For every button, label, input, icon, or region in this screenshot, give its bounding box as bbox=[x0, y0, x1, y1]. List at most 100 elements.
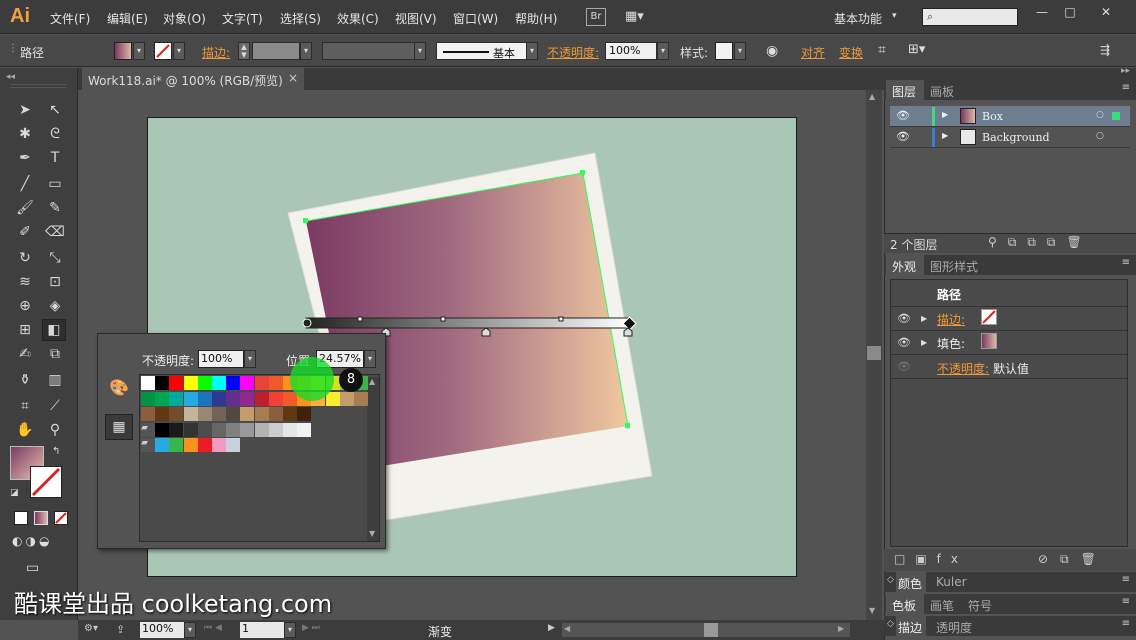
swatch-cell[interactable] bbox=[155, 438, 170, 452]
swatch-cell[interactable] bbox=[254, 407, 269, 421]
collapse-dock-icon[interactable]: ▸▸ bbox=[1121, 66, 1130, 76]
anchor-point[interactable] bbox=[580, 170, 585, 175]
share-icon[interactable]: ⇪ bbox=[116, 623, 125, 636]
swatch-cell[interactable] bbox=[183, 422, 198, 437]
eye-icon[interactable]: 👁 bbox=[896, 109, 910, 122]
swatch-cell[interactable] bbox=[254, 376, 269, 390]
layer-row-box[interactable]: 👁 ▶ Box ○ bbox=[890, 106, 1130, 127]
scroll-down-icon[interactable]: ▼ bbox=[369, 529, 375, 538]
collapse-arrow-icon[interactable]: ◇ bbox=[887, 575, 894, 585]
artboard-dropdown[interactable]: ▾ bbox=[284, 622, 296, 638]
swatch-cell[interactable] bbox=[240, 376, 255, 390]
expand-arrow-icon[interactable]: ▶ bbox=[921, 314, 927, 323]
midpoint-handle[interactable] bbox=[440, 316, 446, 322]
swatch-cell[interactable] bbox=[183, 391, 198, 406]
swatch-cell[interactable] bbox=[183, 376, 198, 390]
swatch-cell[interactable] bbox=[240, 391, 255, 406]
swatch-grid[interactable]: ▲ ▼ ▰ ▰ bbox=[139, 374, 380, 542]
gradient-annotator-bar[interactable] bbox=[305, 317, 631, 329]
swatch-cell[interactable] bbox=[297, 422, 312, 437]
swatch-cell[interactable] bbox=[197, 422, 212, 437]
swatch-cell[interactable] bbox=[141, 391, 155, 406]
tab-color[interactable]: 颜色 bbox=[898, 575, 922, 592]
appearance-fill-label[interactable]: 填色: bbox=[937, 335, 965, 352]
swatch-cell[interactable] bbox=[155, 391, 170, 406]
scroll-left-icon[interactable]: ◀ bbox=[564, 624, 570, 633]
swatch-cell[interactable] bbox=[197, 391, 212, 406]
swatch-cell[interactable] bbox=[212, 422, 226, 437]
anchor-point[interactable] bbox=[303, 218, 308, 223]
swatch-cell[interactable] bbox=[240, 422, 255, 437]
eye-icon[interactable]: 👁 bbox=[897, 336, 911, 349]
eye-icon[interactable]: 👁 bbox=[896, 130, 910, 143]
appearance-stroke-swatch[interactable] bbox=[981, 309, 997, 325]
panel-menu-icon[interactable]: ≡ bbox=[1122, 618, 1130, 629]
swatch-cell[interactable] bbox=[141, 376, 155, 390]
tab-appearance[interactable]: 外观 bbox=[892, 258, 916, 275]
swatch-cell[interactable] bbox=[212, 391, 226, 406]
swatch-cell[interactable] bbox=[226, 422, 241, 437]
swatch-cell[interactable] bbox=[254, 391, 269, 406]
swatch-cell[interactable] bbox=[226, 376, 241, 390]
popup-opacity-field[interactable]: 100% bbox=[198, 350, 244, 368]
target-icon[interactable]: ○ bbox=[1096, 131, 1104, 141]
scroll-up-icon[interactable]: ▲ bbox=[369, 377, 375, 386]
expand-arrow-icon[interactable]: ▶ bbox=[921, 338, 927, 347]
swatch-cell[interactable] bbox=[254, 422, 269, 437]
swatch-cell[interactable] bbox=[155, 376, 170, 390]
panel-menu-icon[interactable]: ≡ bbox=[1122, 596, 1130, 607]
hscroll-thumb[interactable] bbox=[704, 623, 718, 637]
tab-stroke[interactable]: 描边 bbox=[898, 619, 922, 636]
tab-kuler[interactable]: Kuler bbox=[936, 575, 967, 589]
swatch-cell[interactable] bbox=[297, 407, 312, 421]
swatch-cell[interactable] bbox=[212, 438, 226, 452]
swatch-cell[interactable] bbox=[169, 422, 184, 437]
appearance-opacity-label[interactable]: 不透明度: bbox=[937, 360, 989, 377]
target-icon[interactable]: ○ bbox=[1096, 110, 1104, 120]
status-menu-icon[interactable]: ▶ bbox=[548, 623, 555, 633]
swatch-cell[interactable] bbox=[268, 376, 283, 390]
tab-artboards[interactable]: 画板 bbox=[930, 83, 954, 100]
swatch-folder-icon[interactable]: ▰ bbox=[141, 422, 155, 437]
swatches-grid-icon[interactable]: ▦ bbox=[105, 414, 133, 440]
vertical-scrollbar[interactable]: ▲ ▼ bbox=[866, 90, 882, 620]
swatch-cell[interactable] bbox=[183, 438, 198, 452]
swatch-cell[interactable] bbox=[197, 376, 212, 390]
layer-name[interactable]: Background bbox=[982, 131, 1050, 144]
selection-indicator[interactable] bbox=[1112, 112, 1120, 120]
tab-swatches[interactable]: 色板 bbox=[892, 597, 916, 614]
swatch-cell[interactable] bbox=[183, 407, 198, 421]
expand-arrow-icon[interactable]: ▶ bbox=[942, 110, 948, 119]
last-artboard-icon[interactable]: ▶ ⏭ bbox=[302, 623, 320, 633]
tab-brushes[interactable]: 画笔 bbox=[930, 597, 954, 614]
color-palette-icon[interactable]: 🎨 bbox=[106, 378, 132, 402]
swatch-cell[interactable] bbox=[197, 438, 212, 452]
tab-graphic-styles[interactable]: 图形样式 bbox=[930, 258, 978, 275]
expand-arrow-icon[interactable]: ▶ bbox=[942, 131, 948, 140]
scroll-thumb[interactable] bbox=[867, 346, 881, 360]
eye-icon[interactable]: 👁 bbox=[897, 312, 911, 325]
swatch-cell[interactable] bbox=[226, 391, 241, 406]
popup-opacity-dropdown[interactable]: ▾ bbox=[244, 350, 256, 368]
anchor-point[interactable] bbox=[625, 423, 630, 428]
swatch-cell[interactable] bbox=[169, 407, 184, 421]
swatch-cell[interactable] bbox=[212, 376, 226, 390]
tab-transparency[interactable]: 透明度 bbox=[936, 619, 972, 636]
gradient-origin-handle[interactable] bbox=[302, 318, 312, 328]
swatch-cell[interactable] bbox=[169, 438, 184, 452]
swatch-cell[interactable] bbox=[268, 407, 283, 421]
swatch-cell[interactable] bbox=[169, 391, 184, 406]
tab-layers[interactable]: 图层 bbox=[892, 83, 916, 100]
zoom-field[interactable]: 100% bbox=[140, 622, 184, 638]
swatch-cell[interactable] bbox=[212, 407, 226, 421]
gpu-icon[interactable]: ⚙▾ bbox=[84, 623, 98, 634]
swatch-cell[interactable] bbox=[283, 407, 297, 421]
swatch-folder-icon[interactable]: ▰ bbox=[141, 438, 155, 452]
swatch-cell[interactable] bbox=[268, 391, 283, 406]
swatch-cell[interactable] bbox=[226, 407, 241, 421]
midpoint-handle[interactable] bbox=[558, 316, 564, 322]
swatch-cell[interactable] bbox=[155, 422, 170, 437]
swatch-cell[interactable] bbox=[339, 391, 354, 406]
appearance-stroke-label[interactable]: 描边: bbox=[937, 311, 965, 328]
layer-name[interactable]: Box bbox=[982, 110, 1003, 123]
